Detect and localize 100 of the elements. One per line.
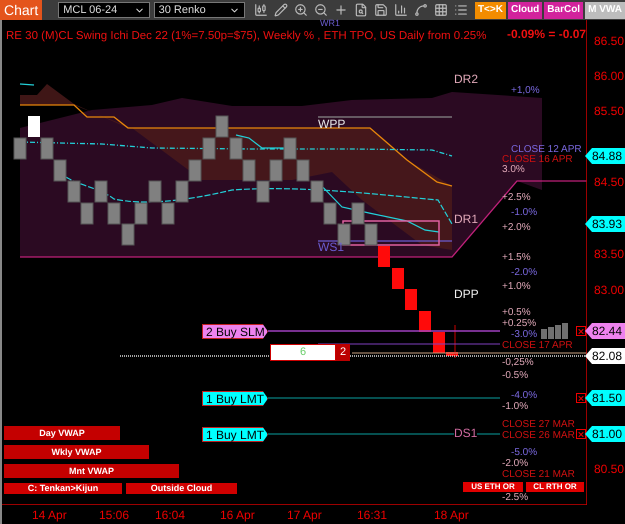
percent-level-label: -0.5%	[502, 371, 528, 381]
price-axis-label: 83.50	[594, 248, 624, 260]
time-axis-label: 16:31	[357, 509, 388, 521]
renko-brick	[419, 311, 431, 332]
time-axis-label: 14 Apr	[32, 509, 67, 521]
renko-brick	[14, 138, 26, 160]
percent-level-label: +1,0%	[511, 86, 540, 96]
renko-brick	[284, 138, 296, 160]
pencil-icon[interactable]	[274, 3, 288, 17]
opening-range-bar: CL RTH OR	[526, 482, 584, 492]
pivot-label: DPP	[454, 288, 479, 300]
close-icon[interactable]	[576, 393, 586, 403]
percent-level-label: CLOSE 21 MAR	[502, 470, 575, 480]
close-icon[interactable]	[576, 326, 586, 336]
signal-bar: Wkly VWAP	[4, 445, 149, 459]
time-axis-label: 16:04	[155, 509, 186, 521]
pivot-label: WPP	[318, 118, 346, 130]
renko-brick	[108, 202, 120, 224]
renko-brick	[80, 202, 94, 224]
signal-bar: Outside Cloud	[126, 483, 237, 494]
renko-brick	[392, 268, 404, 289]
renko-brick	[216, 116, 228, 138]
change-readout: -0.09% = -0.07	[507, 28, 586, 40]
opening-range-bar: US ETH OR	[463, 482, 523, 492]
bar-chart-icon[interactable]	[394, 3, 408, 17]
pivot-label: DS1	[454, 427, 478, 439]
percent-level-label: +0.5%	[502, 308, 531, 318]
signal-bar: Day VWAP	[4, 426, 120, 440]
time-axis-label: 16 Apr	[220, 509, 255, 521]
percent-level-label: -0,25%	[502, 358, 534, 368]
price-tag: 83.93	[585, 216, 625, 232]
renko-brick	[324, 202, 336, 224]
percent-level-label: -2.0%	[502, 459, 528, 469]
percent-level-label: +0.25%	[502, 319, 536, 329]
renko-brick	[405, 289, 417, 310]
percent-level-label: +1.0%	[502, 282, 531, 292]
renko-brick	[40, 138, 54, 160]
grid-icon[interactable]	[434, 3, 448, 17]
price-axis-label: 84.50	[594, 176, 624, 188]
renko-brick	[242, 160, 256, 182]
pivot-label: DR2	[454, 73, 478, 85]
pivot-label: DR1	[454, 213, 478, 225]
price-axis-label: 80.50	[594, 463, 624, 475]
price-axis-label: 83.00	[594, 284, 624, 296]
percent-level-label: -1.0%	[511, 208, 538, 218]
renko-brick	[176, 180, 188, 202]
percent-level-label: -1.0%	[502, 402, 528, 412]
percent-level-label: -2.5%	[502, 493, 528, 503]
percent-level-label: +2.0%	[502, 223, 531, 233]
indicator-toggle[interactable]: Cloud	[508, 2, 542, 18]
renko-brick	[188, 160, 202, 182]
candlestick-icon[interactable]	[254, 3, 268, 17]
plus-icon[interactable]	[334, 3, 348, 17]
time-axis-label: 15:06	[99, 509, 130, 521]
close-icon[interactable]	[576, 429, 586, 439]
percent-level-label: 3.0%	[502, 165, 525, 175]
percent-level-label: +2.5%	[502, 193, 531, 203]
price-tag: 81.00	[585, 426, 625, 442]
bar-type-dropdown[interactable]: 30 Renko	[154, 2, 245, 18]
line-chart-icon[interactable]	[414, 3, 428, 17]
renko-brick	[202, 138, 216, 160]
renko-brick	[68, 180, 80, 202]
position-count: 2	[336, 344, 350, 361]
price-tag: 84.88	[585, 148, 625, 164]
price-tag: 82.08	[585, 348, 625, 364]
volume-profile	[541, 323, 568, 339]
zoom-in-icon[interactable]	[294, 3, 308, 17]
document-search-icon[interactable]	[354, 3, 368, 17]
time-axis-label: 18 Apr	[434, 509, 469, 521]
price-axis-label: 85.50	[594, 105, 624, 117]
price-tag: 82.44	[585, 323, 625, 339]
order-tag[interactable]: 1 Buy LMT	[202, 391, 268, 406]
indicator-line	[20, 83, 34, 86]
percent-level-label: CLOSE 17 APR	[502, 341, 573, 351]
renko-brick	[28, 116, 40, 137]
price-axis-label: 86.00	[594, 70, 624, 82]
percent-level-label: +1.5%	[502, 253, 531, 263]
pivot-label: WR1	[320, 19, 340, 28]
renko-brick	[310, 180, 324, 202]
position-quantity: 6	[270, 344, 336, 361]
price-tag: 81.50	[585, 390, 625, 406]
renko-brick	[230, 138, 242, 160]
percent-level-label: -3.0%	[511, 330, 538, 340]
renko-brick	[54, 160, 66, 182]
indicator-toggle[interactable]: BarCol	[544, 2, 584, 18]
renko-brick	[148, 180, 162, 202]
renko-brick	[364, 224, 378, 246]
renko-brick	[378, 246, 390, 267]
order-tag[interactable]: 1 Buy LMT	[202, 427, 268, 442]
list-icon[interactable]	[454, 3, 468, 17]
renko-brick	[162, 202, 174, 224]
symbol-dropdown[interactable]: MCL 06-24	[58, 2, 150, 18]
zoom-out-icon[interactable]	[314, 3, 328, 17]
renko-brick	[256, 180, 270, 202]
renko-brick	[122, 224, 134, 246]
renko-brick	[270, 160, 282, 182]
percent-level-label: -5.0%	[511, 448, 538, 458]
order-tag[interactable]: 2 Buy SLM	[202, 324, 268, 339]
save-icon[interactable]	[374, 3, 388, 17]
chart-button[interactable]: Chart	[0, 0, 42, 20]
